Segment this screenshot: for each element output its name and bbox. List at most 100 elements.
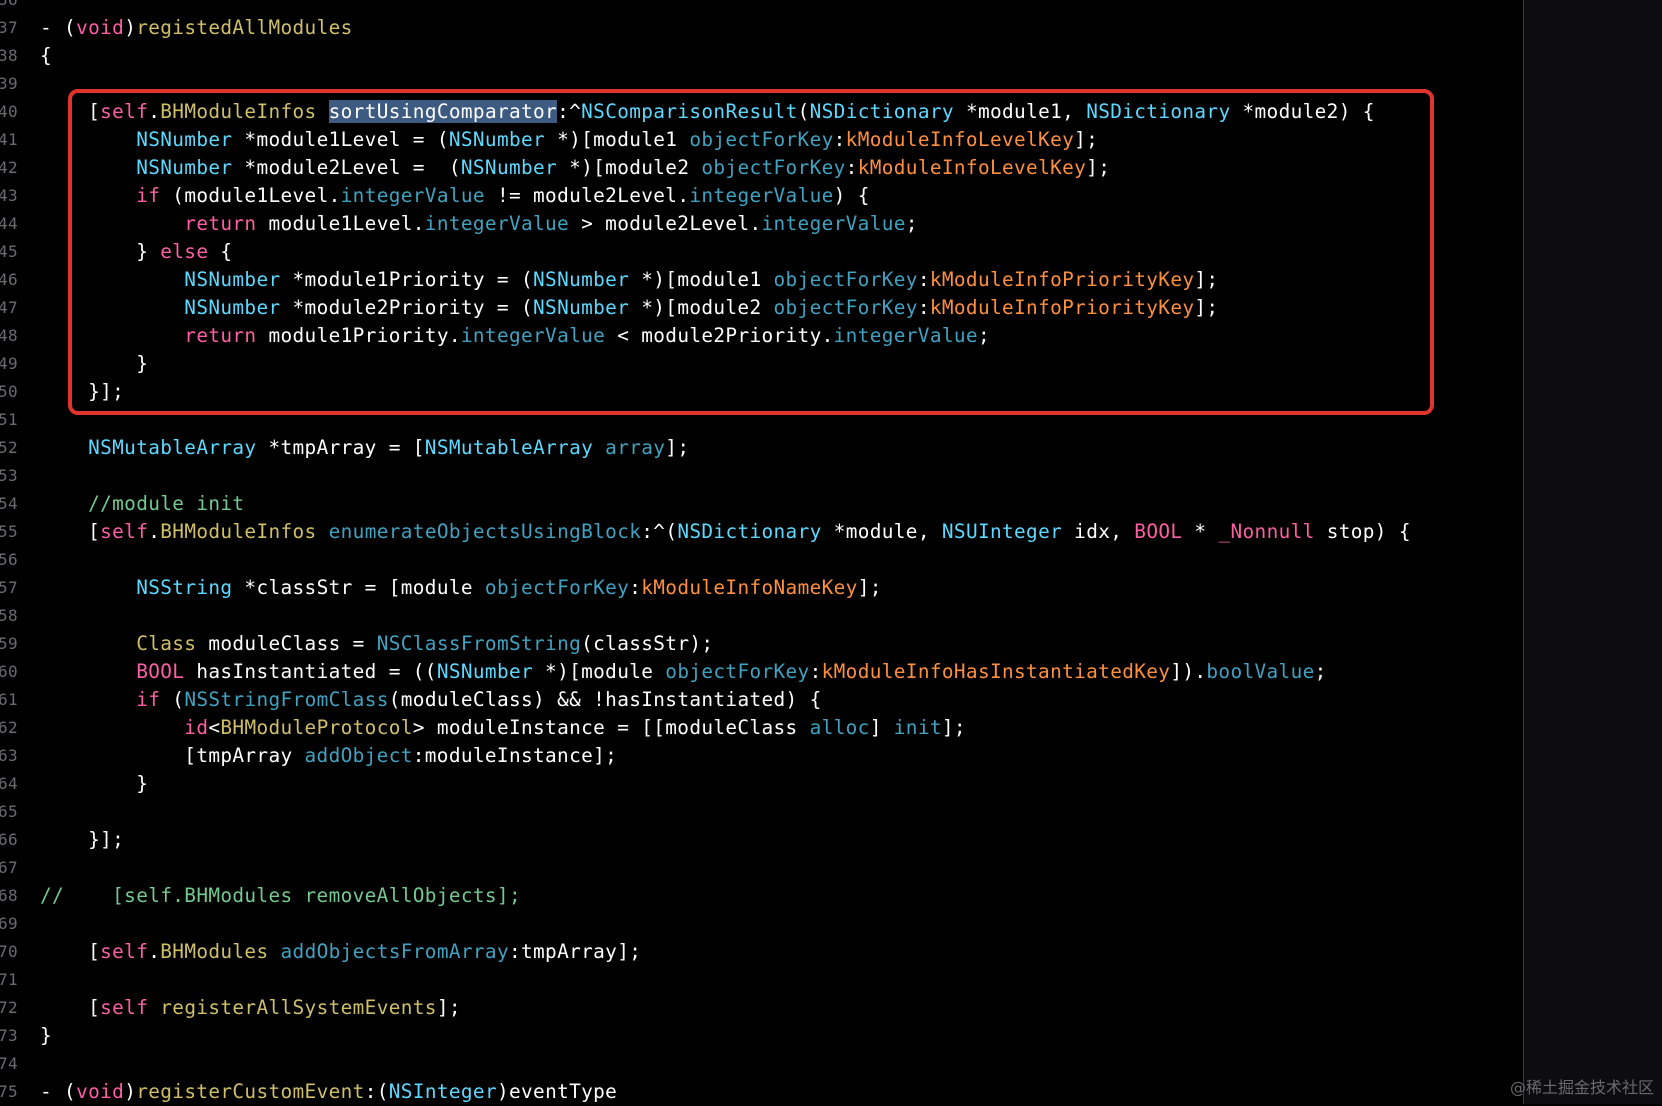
code-token: BHModuleInfos	[160, 520, 317, 543]
code-token: .	[148, 940, 161, 963]
code-token: self	[100, 996, 149, 1019]
code-token: NSClassFromString	[376, 632, 582, 655]
code-token: enumerateObjectsUsingBlock	[328, 520, 642, 543]
code-token: - (	[40, 16, 77, 39]
code-token: :	[809, 660, 822, 683]
code-token: kModuleInfoNameKey	[641, 576, 858, 599]
code-token: :^(	[641, 520, 678, 543]
line-number: 42	[0, 158, 18, 177]
code-token: registerAllSystemEvents	[160, 996, 437, 1019]
code-token: init	[893, 716, 942, 739]
code-token: }	[40, 1024, 53, 1047]
code-token: NSNumber	[436, 660, 534, 683]
line-number: 46	[0, 270, 18, 289]
code-token: registedAllModules	[136, 16, 353, 39]
code-token: NSMutableArray	[88, 436, 257, 459]
code-text[interactable]: [self registerAllSystemEvents];	[40, 994, 461, 1022]
code-token: NSStringFromClass	[184, 688, 389, 711]
code-token: :	[629, 576, 642, 599]
line-number: 44	[0, 214, 18, 233]
code-text[interactable]: }];	[40, 826, 124, 854]
code-token: void	[76, 16, 125, 39]
code-token: array	[605, 436, 666, 459]
code-token: objectForKey	[484, 576, 630, 599]
code-text[interactable]: // [self.BHModules removeAllObjects];	[40, 882, 521, 910]
line-number: 38	[0, 46, 18, 65]
highlight-annotation-box	[68, 89, 1434, 415]
code-token: *module,	[821, 520, 942, 543]
code-text[interactable]: if (NSStringFromClass(moduleClass) && !h…	[40, 686, 822, 714]
code-token: ]).	[1170, 660, 1207, 683]
line-number: 66	[0, 830, 18, 849]
code-text[interactable]: [self.BHModules addObjectsFromArray:tmpA…	[40, 938, 641, 966]
code-token: NSUInteger	[941, 520, 1063, 543]
code-text[interactable]: NSString *classStr = [module objectForKe…	[40, 574, 882, 602]
code-token: BHModuleProtocol	[220, 716, 413, 739]
code-token: alloc	[809, 716, 870, 739]
code-token: )	[124, 16, 137, 39]
line-number: 39	[0, 74, 18, 93]
code-token: (classStr);	[581, 632, 714, 655]
code-token: :moduleInstance];	[412, 744, 618, 767]
code-token: *classStr = [module	[232, 576, 485, 599]
line-number: 64	[0, 774, 18, 793]
code-token: ];	[857, 576, 882, 599]
code-text[interactable]: }	[40, 1022, 52, 1050]
code-token: BOOL	[1134, 520, 1183, 543]
line-number: 69	[0, 914, 18, 933]
code-token: NSMutableArray	[424, 436, 594, 459]
code-text[interactable]: Class moduleClass = NSClassFromString(cl…	[40, 630, 713, 658]
line-number: 37	[0, 18, 18, 37]
code-token: ;	[1314, 660, 1327, 683]
code-token: self	[100, 520, 149, 543]
code-text[interactable]: NSMutableArray *tmpArray = [NSMutableArr…	[40, 434, 689, 462]
code-token: registerCustomEvent	[136, 1080, 365, 1103]
minimap[interactable]	[1524, 0, 1662, 1104]
code-token: *tmpArray = [	[256, 436, 425, 459]
code-text[interactable]: - (void)registerCustomEvent:(NSInteger)e…	[40, 1078, 617, 1106]
code-token: id	[184, 716, 209, 739]
code-token: idx,	[1062, 520, 1135, 543]
code-token: [	[40, 996, 101, 1019]
line-number: 36	[0, 0, 18, 14]
line-number: 55	[0, 522, 18, 541]
line-number: 40	[0, 102, 18, 121]
line-number: 50	[0, 382, 18, 401]
code-token: addObject	[304, 744, 413, 767]
code-token: :tmpArray];	[508, 940, 642, 963]
line-number: 51	[0, 410, 18, 429]
code-text[interactable]: BOOL hasInstantiated = ((NSNumber *)[mod…	[40, 658, 1327, 686]
code-token: <	[208, 716, 221, 739]
code-text[interactable]: //module init	[40, 490, 244, 518]
line-number: 47	[0, 298, 18, 317]
line-number: 56	[0, 550, 18, 569]
code-token: }];	[40, 828, 125, 851]
code-token: ];	[436, 996, 461, 1019]
line-number: 54	[0, 494, 18, 513]
line-number: 49	[0, 354, 18, 373]
code-token: (	[160, 688, 185, 711]
code-text[interactable]: - (void)registedAllModules	[40, 14, 353, 42]
code-text[interactable]: [tmpArray addObject:moduleInstance];	[40, 742, 617, 770]
code-token: NSDictionary	[677, 520, 822, 543]
code-token: kModuleInfoHasInstantiatedKey	[821, 660, 1171, 683]
code-text[interactable]: }	[40, 770, 148, 798]
line-number: 70	[0, 942, 18, 961]
line-number: 62	[0, 718, 18, 737]
line-number: 61	[0, 690, 18, 709]
code-token: - (	[40, 1080, 77, 1103]
line-number: 48	[0, 326, 18, 345]
line-number: 75	[0, 1082, 18, 1101]
code-token: //module init	[88, 492, 245, 515]
code-token: objectForKey	[665, 660, 810, 683]
code-token: stop) {	[1314, 520, 1411, 543]
code-text[interactable]: [self.BHModuleInfos enumerateObjectsUsin…	[40, 518, 1411, 546]
code-token: Class	[136, 632, 197, 655]
code-text[interactable]: {	[40, 42, 52, 70]
code-text[interactable]: id<BHModuleProtocol> moduleInstance = [[…	[40, 714, 966, 742]
